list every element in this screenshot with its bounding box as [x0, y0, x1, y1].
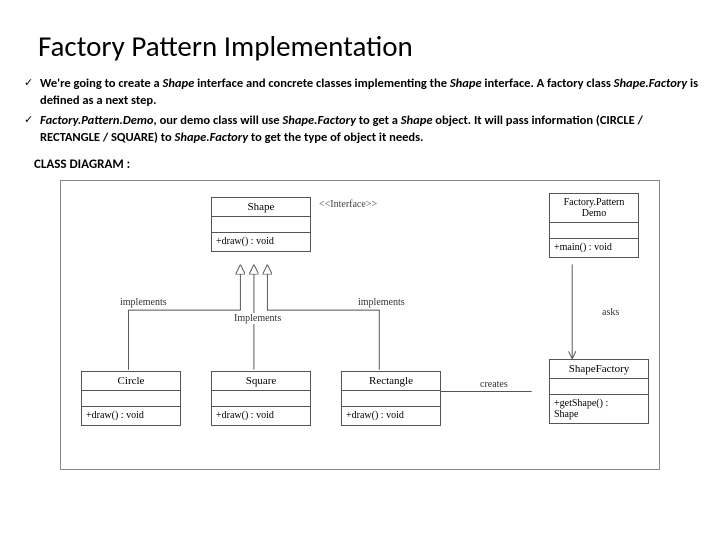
uml-class-ops: +getShape() : Shape: [550, 395, 648, 423]
edge-label-implements: Implements: [233, 313, 282, 324]
uml-shapefactory: ShapeFactory +getShape() : Shape: [549, 359, 649, 424]
uml-class-name: Shape: [212, 198, 310, 217]
uml-class-ops: +draw() : void: [212, 407, 310, 425]
bullet-list: We're going to create a Shape interface …: [20, 76, 700, 147]
uml-class-ops: +draw() : void: [342, 407, 440, 425]
uml-class-attrs: [212, 391, 310, 407]
edge-label-asks: asks: [601, 307, 620, 318]
uml-rectangle: Rectangle +draw() : void: [341, 371, 441, 426]
uml-class-attrs: [550, 223, 638, 239]
uml-class-name: Factory.Pattern Demo: [550, 194, 638, 223]
uml-class-ops: +draw() : void: [82, 407, 180, 425]
uml-shape: Shape +draw() : void: [211, 197, 311, 252]
uml-class-ops: +draw() : void: [212, 233, 310, 251]
uml-class-name: Rectangle: [342, 372, 440, 391]
uml-class-name: Circle: [82, 372, 180, 391]
uml-class-name: ShapeFactory: [550, 360, 648, 379]
uml-class-attrs: [82, 391, 180, 407]
uml-class-attrs: [212, 217, 310, 233]
class-diagram: Shape +draw() : void <<Interface>> Facto…: [60, 180, 660, 470]
edge-label-implements: implements: [357, 297, 406, 308]
page-title: Factory Pattern Implementation: [38, 28, 700, 64]
edge-label-creates: creates: [479, 379, 509, 390]
uml-circle: Circle +draw() : void: [81, 371, 181, 426]
bullet-item: We're going to create a Shape interface …: [20, 76, 700, 110]
uml-demo: Factory.Pattern Demo +main() : void: [549, 193, 639, 258]
uml-class-attrs: [342, 391, 440, 407]
uml-square: Square +draw() : void: [211, 371, 311, 426]
class-diagram-heading: CLASS DIAGRAM :: [34, 157, 700, 172]
edge-label-implements: implements: [119, 297, 168, 308]
uml-class-attrs: [550, 379, 648, 395]
uml-class-ops: +main() : void: [550, 239, 638, 257]
bullet-item: Factory.Pattern.Demo, our demo class wil…: [20, 113, 700, 147]
uml-class-name: Square: [212, 372, 310, 391]
stereotype-interface: <<Interface>>: [319, 199, 377, 210]
